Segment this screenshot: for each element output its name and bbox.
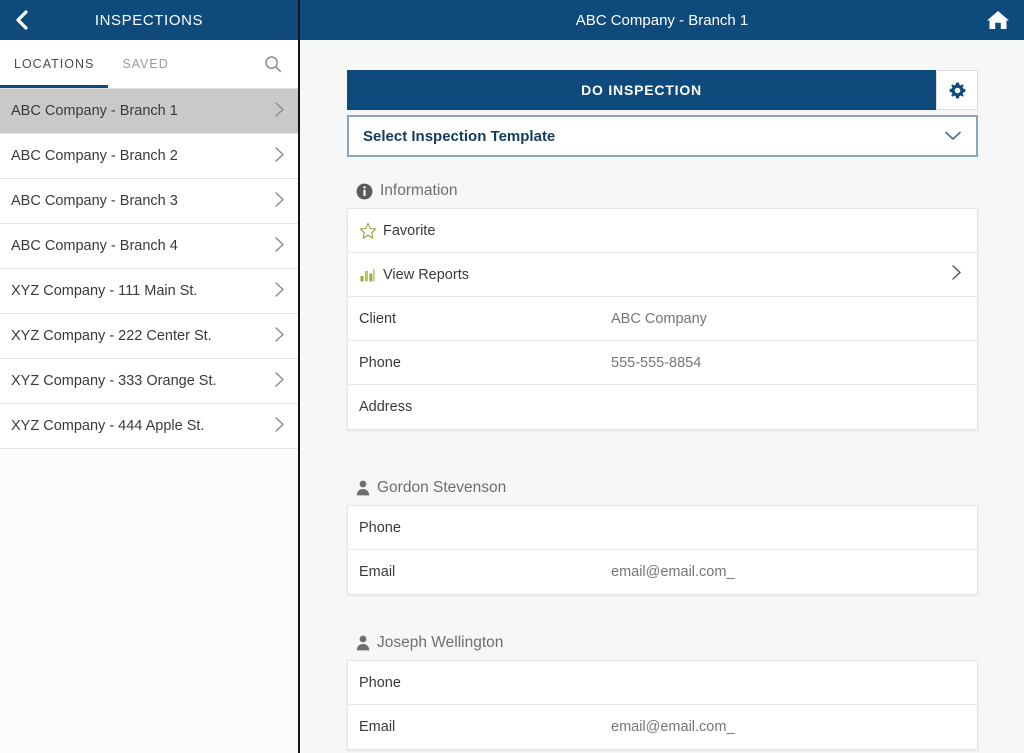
inspection-template-value: Select Inspection Template xyxy=(363,127,556,145)
location-item[interactable]: ABC Company - Branch 2 xyxy=(0,134,298,179)
location-item[interactable]: ABC Company - Branch 3 xyxy=(0,179,298,224)
contact-field-row: Phone xyxy=(348,506,977,550)
do-inspection-row: DO INSPECTION xyxy=(347,70,978,110)
bar-chart-icon xyxy=(359,266,383,283)
info-field-row: Client ABC Company xyxy=(348,297,977,341)
view-reports-row[interactable]: View Reports xyxy=(348,253,977,297)
location-item[interactable]: XYZ Company - 333 Orange St. xyxy=(0,359,298,404)
favorite-label: Favorite xyxy=(383,222,436,239)
sidebar-title: INSPECTIONS xyxy=(94,11,204,29)
location-label: XYZ Company - 333 Orange St. xyxy=(11,373,217,389)
person-icon xyxy=(356,480,370,496)
location-label: XYZ Company - 111 Main St. xyxy=(11,283,198,299)
contact-field-label: Phone xyxy=(359,674,401,691)
contact-field-label: Phone xyxy=(359,519,401,536)
chevron-left-icon xyxy=(16,10,28,30)
favorite-row[interactable]: Favorite xyxy=(348,209,977,253)
contact-field-value: email@email.com_ xyxy=(611,564,735,580)
location-item[interactable]: XYZ Company - 111 Main St. xyxy=(0,269,298,314)
chevron-right-icon xyxy=(273,326,286,347)
do-inspection-button[interactable]: DO INSPECTION xyxy=(347,70,936,110)
contact-card: Phone Email email@email.com_ xyxy=(347,660,978,750)
app-root: INSPECTIONS LOCATIONS SAVED ABC Company … xyxy=(0,0,1024,753)
contact-card: Phone Email email@email.com_ xyxy=(347,505,978,595)
locations-list: ABC Company - Branch 1 ABC Company - Bran… xyxy=(0,89,298,753)
chevron-right-icon xyxy=(950,264,963,285)
chevron-right-icon xyxy=(273,146,286,167)
page-title: ABC Company - Branch 1 xyxy=(575,11,749,29)
information-card: Favorite View Reports Client ABC Company… xyxy=(347,208,978,430)
contact-name: Gordon Stevenson xyxy=(377,479,507,496)
search-icon xyxy=(265,56,282,73)
contact-field-value: email@email.com_ xyxy=(611,719,735,735)
contact-section-header: Joseph Wellington xyxy=(356,634,978,652)
location-label: XYZ Company - 444 Apple St. xyxy=(11,418,205,434)
chevron-right-icon xyxy=(273,416,286,437)
contact-field-label: Email xyxy=(359,719,396,735)
chevron-right-icon xyxy=(273,191,286,212)
info-field-label: Phone xyxy=(359,354,401,371)
information-title: Information xyxy=(380,182,458,199)
contact-field-label: Email xyxy=(359,564,396,580)
location-item[interactable]: XYZ Company - 444 Apple St. xyxy=(0,404,298,449)
person-icon xyxy=(356,635,370,651)
info-icon xyxy=(356,183,373,199)
sidebar-tabbar: LOCATIONS SAVED xyxy=(0,40,298,89)
back-button[interactable] xyxy=(0,0,42,40)
contact-field-row: Email email@email.com_ xyxy=(348,550,977,594)
home-button[interactable] xyxy=(982,4,1014,36)
location-item[interactable]: ABC Company - Branch 4 xyxy=(0,224,298,269)
tab-locations[interactable]: LOCATIONS xyxy=(0,40,109,88)
tab-saved[interactable]: SAVED xyxy=(108,40,182,88)
location-label: ABC Company - Branch 4 xyxy=(11,238,178,254)
info-field-label: Client xyxy=(359,310,397,327)
contacts-container: Gordon Stevenson Phone Email email@email.co… xyxy=(347,430,978,750)
info-field-value: ABC Company xyxy=(611,310,707,327)
chevron-right-icon xyxy=(273,101,286,122)
search-button[interactable] xyxy=(260,51,286,77)
inspection-template-select[interactable]: Select Inspection Template xyxy=(347,115,978,157)
chevron-right-icon xyxy=(273,236,286,257)
star-outline-icon xyxy=(359,222,383,240)
location-item[interactable]: XYZ Company - 222 Center St. xyxy=(0,314,298,359)
location-item[interactable]: ABC Company - Branch 1 xyxy=(0,89,298,134)
detail-pane: ABC Company - Branch 1 DO INSPECTION Sel… xyxy=(300,0,1024,753)
home-icon xyxy=(987,11,1009,29)
info-field-label: Address xyxy=(359,399,413,415)
info-field-row: Address xyxy=(348,385,977,429)
contact-field-row: Email email@email.com_ xyxy=(348,705,977,749)
location-label: ABC Company - Branch 2 xyxy=(11,148,178,164)
location-label: ABC Company - Branch 3 xyxy=(11,193,178,209)
chevron-right-icon xyxy=(273,281,286,302)
information-fields: Client ABC Company Phone 555-555-8854 Addres… xyxy=(348,297,977,429)
detail-header: ABC Company - Branch 1 xyxy=(300,0,1024,40)
detail-content: DO INSPECTION Select Inspection Template xyxy=(300,40,1024,753)
contact-section-header: Gordon Stevenson xyxy=(356,479,978,497)
inspections-sidebar: INSPECTIONS LOCATIONS SAVED ABC Company … xyxy=(0,0,300,753)
sidebar-header: INSPECTIONS xyxy=(0,0,298,40)
information-section-header: Information xyxy=(356,182,978,200)
location-label: XYZ Company - 222 Center St. xyxy=(11,328,212,344)
gear-icon xyxy=(949,82,965,98)
chevron-down-icon xyxy=(945,131,961,140)
contact-name: Joseph Wellington xyxy=(377,634,504,651)
contact-field-row: Phone xyxy=(348,661,977,705)
info-field-row: Phone 555-555-8854 xyxy=(348,341,977,385)
inspection-settings-button[interactable] xyxy=(936,70,978,110)
chevron-right-icon xyxy=(273,371,286,392)
location-label: ABC Company - Branch 1 xyxy=(11,103,178,119)
view-reports-label: View Reports xyxy=(383,266,469,283)
info-field-value: 555-555-8854 xyxy=(611,354,702,371)
